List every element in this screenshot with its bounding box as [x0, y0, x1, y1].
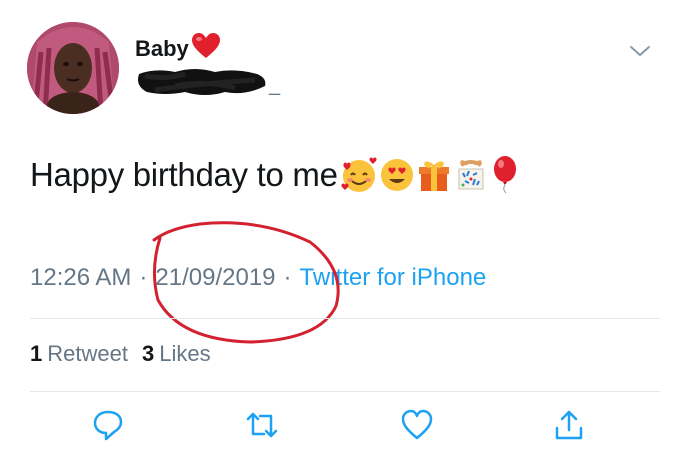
- display-name-text: Baby: [135, 36, 189, 61]
- separator: ·: [283, 264, 292, 291]
- display-name[interactable]: Baby: [135, 33, 220, 65]
- likes-count: 3: [141, 341, 155, 366]
- retweet-icon[interactable]: [244, 408, 278, 442]
- tweet-text: Happy birthday to me: [30, 155, 521, 195]
- like-icon[interactable]: [400, 408, 433, 442]
- username-suffix: _: [269, 74, 281, 96]
- retweets-stat[interactable]: 1 Retweet: [30, 341, 128, 367]
- tweet-time: 12:26 AM: [30, 264, 132, 291]
- retweets-label: Retweet: [47, 341, 128, 366]
- likes-label: Likes: [159, 341, 211, 366]
- share-icon[interactable]: [553, 408, 585, 442]
- red-balloon-icon: [493, 156, 516, 194]
- divider: [30, 318, 660, 319]
- retweets-count: 1: [30, 341, 43, 366]
- heart-emoji-icon: [191, 33, 220, 65]
- tweet-source-link[interactable]: Twitter for iPhone: [300, 264, 487, 292]
- smiling-face-with-hearts-icon: [341, 157, 377, 192]
- confetti-ball-icon: [458, 160, 484, 190]
- tweet-meta: 12:26 AM · 21/09/2019 · Twitter for iPho…: [30, 264, 486, 292]
- heart-eyes-icon: [380, 159, 413, 191]
- divider: [30, 391, 660, 392]
- separator: ·: [139, 264, 148, 291]
- tweet-date: 21/09/2019: [155, 264, 276, 291]
- chevron-down-icon[interactable]: [628, 42, 652, 60]
- tweet-emojis: [340, 155, 521, 195]
- username-redacted: _: [135, 66, 285, 98]
- wrapped-gift-icon: [418, 161, 449, 191]
- avatar[interactable]: [27, 22, 119, 114]
- likes-stat[interactable]: 3 Likes: [142, 341, 211, 367]
- reply-icon[interactable]: [92, 408, 124, 442]
- tweet-stats: 1 Retweet 3 Likes: [30, 341, 225, 367]
- tweet-body: Happy birthday to me: [30, 156, 338, 193]
